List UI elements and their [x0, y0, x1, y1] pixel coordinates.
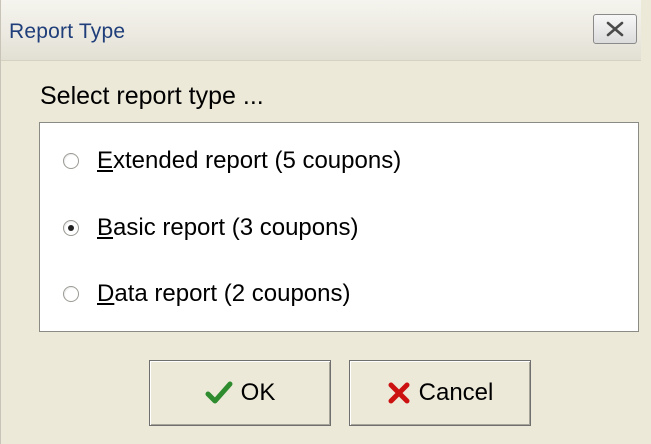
x-mark-icon	[387, 381, 411, 405]
extended-report-label: Extended report (5 coupons)	[97, 147, 402, 174]
radio-extended-report[interactable]	[63, 153, 79, 169]
report-type-options-panel: Extended report (5 coupons) Basic report…	[39, 122, 639, 332]
title-bar: Report Type	[1, 0, 641, 61]
data-report-label: Data report (2 coupons)	[97, 280, 351, 307]
close-button[interactable]	[593, 14, 637, 44]
checkmark-icon	[205, 380, 233, 406]
extended-report-option[interactable]: Extended report (5 coupons)	[63, 143, 401, 179]
basic-report-option[interactable]: Basic report (3 coupons)	[63, 210, 358, 246]
close-x-icon	[606, 21, 624, 37]
basic-report-label: Basic report (3 coupons)	[97, 214, 359, 241]
window-title: Report Type	[9, 20, 126, 43]
select-report-type-label: Select report type ...	[40, 82, 264, 110]
ok-label: OK	[240, 379, 276, 406]
radio-basic-report[interactable]	[63, 220, 79, 236]
cancel-label: Cancel	[418, 379, 494, 406]
radio-data-report[interactable]	[63, 286, 79, 302]
cancel-button[interactable]: Cancel	[349, 360, 531, 426]
ok-button[interactable]: OK	[149, 360, 331, 426]
data-report-option[interactable]: Data report (2 coupons)	[63, 276, 350, 312]
report-type-dialog: Report Type Select report type ... Exten…	[0, 0, 651, 444]
